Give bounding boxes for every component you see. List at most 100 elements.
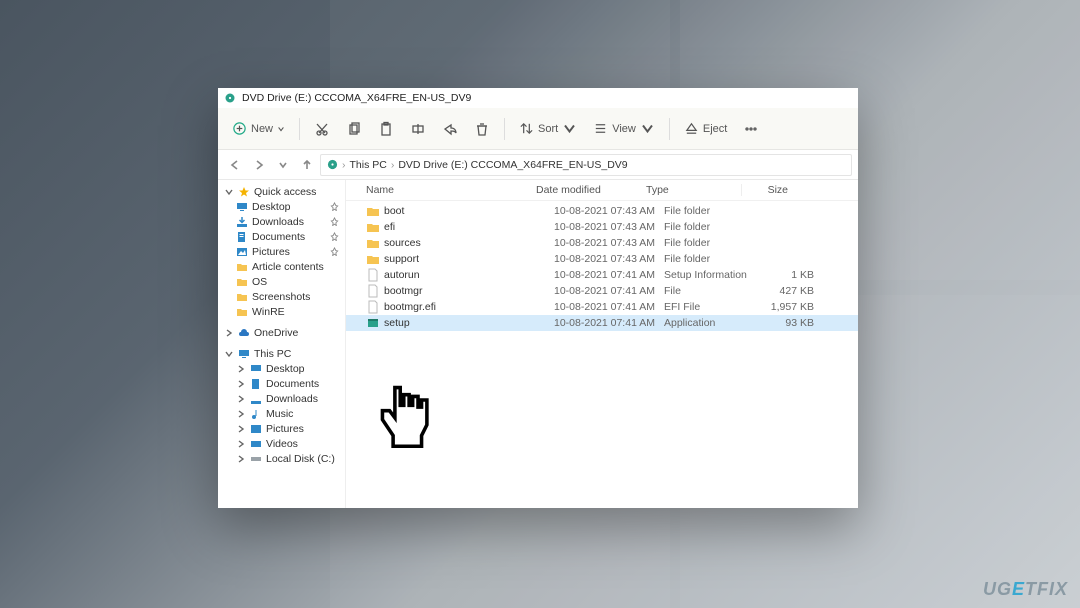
application-icon bbox=[366, 316, 380, 330]
toolbar-separator bbox=[299, 118, 300, 140]
file-name: support bbox=[384, 253, 554, 265]
chevron-right-icon: › bbox=[391, 159, 395, 171]
file-row[interactable]: efi10-08-2021 07:43 AMFile folder bbox=[346, 219, 858, 235]
tree-pc-music[interactable]: Music bbox=[218, 406, 345, 421]
file-row[interactable]: bootmgr.efi10-08-2021 07:41 AMEFI File1,… bbox=[346, 299, 858, 315]
tree-quick-access[interactable]: Quick access bbox=[218, 184, 345, 199]
col-date[interactable]: Date modified bbox=[536, 184, 646, 196]
breadcrumb-current[interactable]: DVD Drive (E:) CCCOMA_X64FRE_EN-US_DV9 bbox=[398, 159, 627, 171]
recent-dropdown[interactable] bbox=[272, 154, 294, 176]
back-button[interactable] bbox=[224, 154, 246, 176]
chevron-right-icon: › bbox=[342, 159, 346, 171]
folder-icon bbox=[236, 261, 248, 273]
chevron-right-icon bbox=[236, 424, 246, 434]
col-size[interactable]: Size bbox=[741, 184, 796, 196]
tree-pc-downloads[interactable]: Downloads bbox=[218, 391, 345, 406]
file-name: setup bbox=[384, 317, 554, 329]
folder-icon bbox=[366, 204, 380, 218]
delete-button[interactable] bbox=[468, 117, 496, 141]
tree-label: WinRE bbox=[252, 306, 285, 318]
tree-label: This PC bbox=[254, 348, 291, 360]
titlebar[interactable]: DVD Drive (E:) CCCOMA_X64FRE_EN-US_DV9 bbox=[218, 88, 858, 108]
cut-button[interactable] bbox=[308, 117, 336, 141]
tree-article-contents[interactable]: Article contents bbox=[218, 259, 345, 274]
watermark: UGETFIX bbox=[983, 579, 1068, 600]
col-type[interactable]: Type bbox=[646, 184, 741, 196]
tree-os[interactable]: OS bbox=[218, 274, 345, 289]
tree-pc-videos[interactable]: Videos bbox=[218, 436, 345, 451]
file-date: 10-08-2021 07:41 AM bbox=[554, 317, 664, 329]
wm-p1: UG bbox=[983, 579, 1012, 599]
eject-label: Eject bbox=[703, 123, 727, 135]
file-size: 427 KB bbox=[759, 285, 814, 297]
chevron-right-icon bbox=[224, 328, 234, 338]
eject-button[interactable]: Eject bbox=[678, 117, 733, 140]
file-name: sources bbox=[384, 237, 554, 249]
new-label: New bbox=[251, 123, 273, 135]
file-date: 10-08-2021 07:41 AM bbox=[554, 285, 664, 297]
rename-button[interactable] bbox=[404, 117, 432, 141]
tree-pc-documents[interactable]: Documents bbox=[218, 376, 345, 391]
file-date: 10-08-2021 07:43 AM bbox=[554, 237, 664, 249]
folder-icon bbox=[236, 306, 248, 318]
view-label: View bbox=[612, 123, 636, 135]
tree-label: OneDrive bbox=[254, 327, 298, 339]
breadcrumb[interactable]: › This PC › DVD Drive (E:) CCCOMA_X64FRE… bbox=[320, 154, 852, 176]
column-headers[interactable]: Name Date modified Type Size bbox=[346, 180, 858, 201]
file-size: 93 KB bbox=[759, 317, 814, 329]
file-row[interactable]: autorun10-08-2021 07:41 AMSetup Informat… bbox=[346, 267, 858, 283]
address-bar: › This PC › DVD Drive (E:) CCCOMA_X64FRE… bbox=[218, 150, 858, 180]
copy-button[interactable] bbox=[340, 117, 368, 141]
tree-downloads[interactable]: Downloads bbox=[218, 214, 345, 229]
toolbar-separator bbox=[504, 118, 505, 140]
pin-icon bbox=[330, 202, 339, 211]
sort-button[interactable]: Sort bbox=[513, 117, 583, 140]
tree-pc-desktop[interactable]: Desktop bbox=[218, 361, 345, 376]
tree-pc-pictures[interactable]: Pictures bbox=[218, 421, 345, 436]
more-button[interactable] bbox=[737, 117, 765, 141]
file-date: 10-08-2021 07:43 AM bbox=[554, 221, 664, 233]
file-type: EFI File bbox=[664, 301, 759, 313]
up-button[interactable] bbox=[296, 154, 318, 176]
drive-icon bbox=[250, 453, 262, 465]
file-type: File folder bbox=[664, 237, 759, 249]
tree-onedrive[interactable]: OneDrive bbox=[218, 325, 345, 340]
col-name[interactable]: Name bbox=[366, 184, 536, 196]
tree-desktop[interactable]: Desktop bbox=[218, 199, 345, 214]
chevron-right-icon bbox=[236, 409, 246, 419]
file-row[interactable]: sources10-08-2021 07:43 AMFile folder bbox=[346, 235, 858, 251]
tree-label: Screenshots bbox=[252, 291, 310, 303]
tree-winre[interactable]: WinRE bbox=[218, 304, 345, 319]
tree-label: Pictures bbox=[266, 423, 304, 435]
tree-documents[interactable]: Documents bbox=[218, 229, 345, 244]
tree-screenshots[interactable]: Screenshots bbox=[218, 289, 345, 304]
file-date: 10-08-2021 07:43 AM bbox=[554, 253, 664, 265]
file-list-pane: Name Date modified Type Size boot10-08-2… bbox=[346, 180, 858, 508]
new-button[interactable]: New bbox=[226, 117, 291, 140]
file-name: bootmgr bbox=[384, 285, 554, 297]
file-row[interactable]: boot10-08-2021 07:43 AMFile folder bbox=[346, 203, 858, 219]
explorer-window: DVD Drive (E:) CCCOMA_X64FRE_EN-US_DV9 N… bbox=[218, 88, 858, 508]
wm-p2: TFIX bbox=[1025, 579, 1068, 599]
breadcrumb-root[interactable]: This PC bbox=[350, 159, 387, 171]
chevron-right-icon bbox=[236, 439, 246, 449]
tree-pictures[interactable]: Pictures bbox=[218, 244, 345, 259]
paste-button[interactable] bbox=[372, 117, 400, 141]
file-icon bbox=[366, 268, 380, 282]
forward-button[interactable] bbox=[248, 154, 270, 176]
pictures-icon bbox=[250, 423, 262, 435]
share-button[interactable] bbox=[436, 117, 464, 141]
file-row[interactable]: bootmgr10-08-2021 07:41 AMFile427 KB bbox=[346, 283, 858, 299]
videos-icon bbox=[250, 438, 262, 450]
pin-icon bbox=[330, 247, 339, 256]
view-button[interactable]: View bbox=[587, 117, 661, 140]
tree-this-pc[interactable]: This PC bbox=[218, 346, 345, 361]
navigation-pane: Quick access Desktop Downloads Documents… bbox=[218, 180, 346, 508]
tree-label: Downloads bbox=[252, 216, 304, 228]
tree-pc-localdisk[interactable]: Local Disk (C:) bbox=[218, 451, 345, 466]
file-row[interactable]: support10-08-2021 07:43 AMFile folder bbox=[346, 251, 858, 267]
folder-icon bbox=[366, 252, 380, 266]
tree-label: Documents bbox=[266, 378, 319, 390]
file-row[interactable]: setup10-08-2021 07:41 AMApplication93 KB bbox=[346, 315, 858, 331]
documents-icon bbox=[250, 378, 262, 390]
